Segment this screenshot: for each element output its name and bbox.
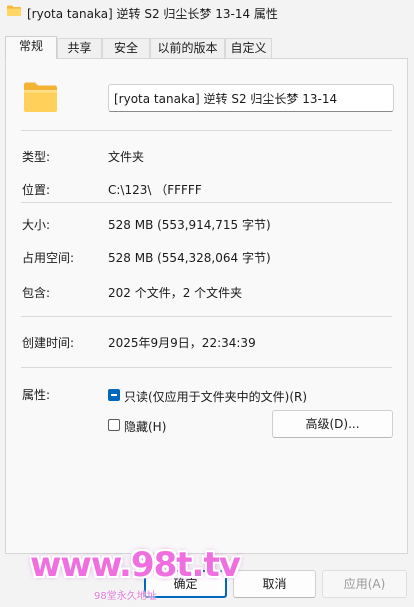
- window-title: [ryota tanaka] 逆转 S2 归尘长梦 13-14 属性: [27, 7, 278, 21]
- watermark-logo: www.98t.tv 98堂永久地址: [30, 545, 241, 607]
- size-label: 大小:: [22, 218, 51, 232]
- attributes-label: 属性:: [22, 388, 51, 402]
- type-value: 文件夹: [108, 150, 145, 164]
- type-label: 类型:: [22, 150, 51, 164]
- contains-label: 包含:: [22, 286, 51, 300]
- cancel-button[interactable]: 取消: [233, 570, 316, 598]
- watermark-subtext: 98堂永久地址: [94, 591, 157, 602]
- size-on-disk-label: 占用空间:: [22, 251, 75, 265]
- divider: [21, 367, 392, 368]
- tab-sharing[interactable]: 共享: [57, 38, 102, 58]
- tab-bar: 常规 共享 安全 以前的版本 自定义: [0, 36, 414, 59]
- divider: [21, 130, 392, 131]
- tab-security[interactable]: 安全: [102, 38, 150, 58]
- title-bar: [ryota tanaka] 逆转 S2 归尘长梦 13-14 属性: [0, 0, 414, 28]
- location-label: 位置:: [22, 183, 51, 197]
- location-value: C:\123\ （FFFFF: [108, 183, 202, 197]
- tab-previous-versions[interactable]: 以前的版本: [150, 38, 225, 58]
- contains-value: 202 个文件，2 个文件夹: [108, 286, 243, 300]
- hidden-checkbox[interactable]: [108, 419, 120, 431]
- readonly-label[interactable]: 只读(仅应用于文件夹中的文件)(R): [124, 388, 307, 405]
- watermark-text: www.98t.tv: [30, 545, 241, 585]
- general-panel: [5, 58, 408, 554]
- size-value: 528 MB (553,914,715 字节): [108, 218, 271, 232]
- divider: [21, 202, 392, 203]
- divider: [21, 316, 392, 317]
- created-label: 创建时间:: [22, 336, 75, 350]
- created-value: 2025年9月9日，22:34:39: [108, 336, 256, 350]
- size-on-disk-value: 528 MB (554,328,064 字节): [108, 251, 271, 265]
- folder-icon: [7, 5, 21, 16]
- apply-button: 应用(A): [322, 570, 407, 598]
- advanced-button[interactable]: 高级(D)...: [272, 410, 393, 438]
- folder-icon: [24, 82, 57, 112]
- folder-name-input[interactable]: [108, 84, 394, 112]
- tab-customize[interactable]: 自定义: [225, 38, 272, 58]
- hidden-label[interactable]: 隐藏(H): [124, 418, 166, 435]
- readonly-checkbox[interactable]: [108, 389, 120, 401]
- tab-general[interactable]: 常规: [5, 36, 57, 59]
